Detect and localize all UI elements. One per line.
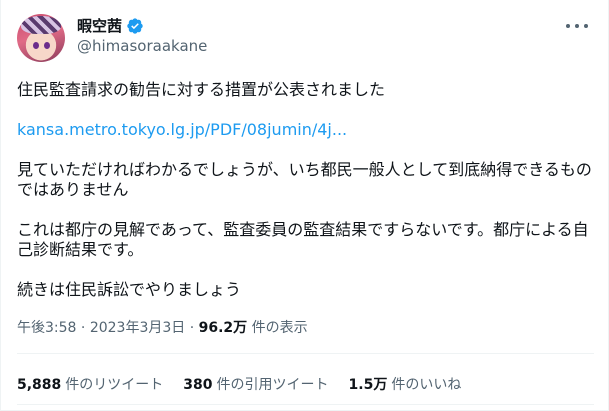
tweet-link[interactable]: kansa.metro.tokyo.lg.jp/PDF/08jumin/4j..… bbox=[17, 120, 597, 140]
author-name-row: 暇空茜 bbox=[77, 15, 144, 36]
more-options-icon[interactable] bbox=[566, 16, 588, 36]
quotes-count: 380 bbox=[183, 377, 213, 393]
dot bbox=[575, 24, 579, 28]
retweets-label: 件のリツイート bbox=[65, 377, 164, 393]
tweet-paragraph: 住民監査請求の勧告に対する措置が公表されました bbox=[17, 80, 386, 99]
verified-badge-icon bbox=[127, 17, 143, 34]
retweets-stat[interactable]: 5,888 件のリツイート bbox=[17, 374, 163, 394]
likes-stat[interactable]: 1.5万 件のいいね bbox=[349, 374, 462, 394]
views-label: 件の表示 bbox=[247, 320, 308, 336]
avatar-eye bbox=[44, 42, 50, 49]
likes-label: 件のいいね bbox=[391, 377, 462, 393]
author-name[interactable]: 暇空茜 bbox=[77, 15, 122, 36]
tweet-stats: 5,888 件のリツイート 380 件の引用ツイート 1.5万 件のいいね bbox=[17, 374, 461, 394]
retweets-count: 5,888 bbox=[17, 377, 62, 393]
tweet-paragraph: 続きは住民訴訟でやりましょう bbox=[17, 280, 242, 299]
quotes-label: 件の引用ツイート bbox=[216, 377, 329, 393]
meta-separator: · bbox=[185, 320, 199, 336]
avatar-hat bbox=[21, 16, 61, 34]
likes-count: 1.5万 bbox=[348, 377, 388, 393]
dot bbox=[566, 24, 570, 28]
meta-separator: · bbox=[76, 320, 90, 336]
tweet-text: 住民監査請求の勧告に対する措置が公表されました kansa.metro.toky… bbox=[17, 80, 597, 320]
tweet-card: 暇空茜 @himasoraakane 住民監査請求の勧告に対する措置が公表されま… bbox=[0, 0, 609, 411]
divider bbox=[17, 404, 594, 405]
dot bbox=[584, 24, 588, 28]
author-handle[interactable]: @himasoraakane bbox=[77, 37, 207, 55]
quotes-stat[interactable]: 380 件の引用ツイート bbox=[183, 374, 328, 394]
views-count[interactable]: 96.2万 bbox=[199, 320, 248, 336]
tweet-paragraph: これは都庁の見解であって、監査委員の監査結果ですらないです。都庁による自己診断結… bbox=[17, 220, 589, 259]
tweet-paragraph: 見ていただければわかるでしょうが、いち都民一般人として到底納得できるものではあり… bbox=[17, 160, 592, 199]
avatar[interactable] bbox=[17, 14, 65, 62]
divider bbox=[17, 353, 594, 354]
tweet-time[interactable]: 午後3:58 bbox=[17, 320, 76, 336]
tweet-meta: 午後3:58 · 2023年3月3日 · 96.2万 件の表示 bbox=[17, 317, 308, 337]
tweet-date[interactable]: 2023年3月3日 bbox=[90, 320, 185, 336]
avatar-eye bbox=[33, 42, 39, 49]
